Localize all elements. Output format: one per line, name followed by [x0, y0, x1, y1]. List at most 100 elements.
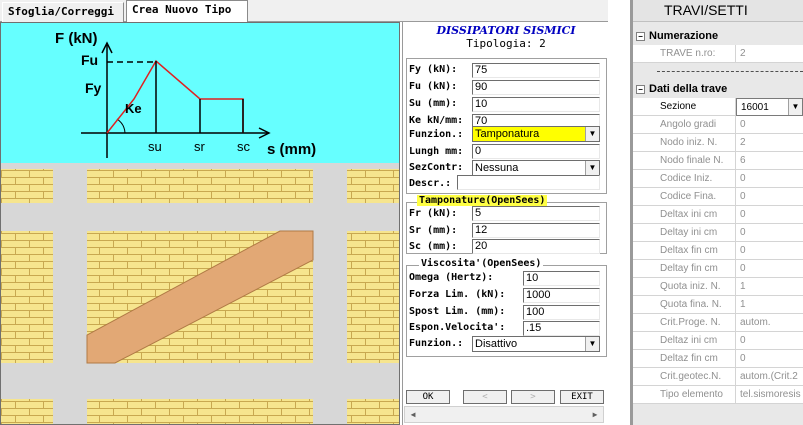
prop-row[interactable]: Tipo elemento tel.sismoresis: [633, 386, 803, 404]
dissipator-form: DISSIPATORI SISMICI Tipologia: 2 Fy (kN)…: [402, 22, 608, 425]
fu-field-label: Fu (kN):: [409, 81, 458, 92]
fr-input[interactable]: 5: [472, 206, 600, 221]
prop-value[interactable]: tel.sismoresis: [736, 386, 803, 404]
prop-row[interactable]: Angolo gradi 0: [633, 116, 803, 134]
prop-value[interactable]: autom.(Crit.2: [736, 368, 803, 386]
spost-field-label: Spost Lim. (mm):: [409, 306, 506, 317]
prop-row[interactable]: Quota iniz. N. 1: [633, 278, 803, 296]
lungh-label: Lungh mm:: [409, 146, 464, 157]
prop-row[interactable]: Nodo finale N. 6: [633, 152, 803, 170]
prop-row[interactable]: Codice Iniz. 0: [633, 170, 803, 188]
section-numerazione-label: Numerazione: [649, 30, 719, 42]
section-dati-trave[interactable]: − Dati della trave: [633, 81, 803, 98]
chevron-down-icon[interactable]: ▼: [585, 337, 599, 351]
prop-value[interactable]: 2: [736, 45, 803, 63]
prop-value: 16001: [741, 102, 769, 113]
espon-input[interactable]: .15: [523, 321, 600, 336]
brick-top-right: [347, 169, 399, 203]
descr-input[interactable]: [457, 175, 600, 190]
sr-label: sr: [194, 139, 206, 154]
fy-field-label: Fy (kN):: [409, 64, 458, 75]
prop-row[interactable]: Nodo iniz. N. 2: [633, 134, 803, 152]
x-axis-label: s (mm): [267, 141, 316, 158]
prop-row[interactable]: Deltaz ini cm 0: [633, 332, 803, 350]
prop-row[interactable]: Crit.geotec.N. autom.(Crit.2: [633, 368, 803, 386]
travi-settings-panel: TRAVI/SETTI − Numerazione TRAVE n.ro: 2 …: [633, 0, 803, 425]
chevron-down-icon[interactable]: ▼: [585, 161, 599, 175]
prop-row[interactable]: Deltaz fin cm 0: [633, 350, 803, 368]
prev-button[interactable]: <: [463, 390, 507, 404]
next-button[interactable]: >: [511, 390, 555, 404]
prop-value[interactable]: 0: [736, 224, 803, 242]
tab-sfoglia-correggi[interactable]: Sfoglia/Correggi: [2, 2, 124, 22]
prop-key: Crit.Proge. N.: [633, 314, 736, 332]
collapse-icon[interactable]: −: [636, 32, 645, 41]
prop-key: Deltax ini cm: [633, 206, 736, 224]
viscosita-funzion-label: Funzion.:: [409, 338, 464, 349]
prop-row[interactable]: Quota fina. N. 1: [633, 296, 803, 314]
prop-value[interactable]: 0: [736, 260, 803, 278]
scroll-right-icon[interactable]: ▶: [587, 407, 603, 422]
sezcontr-value: Nessuna: [475, 162, 519, 174]
dissipator-drawing: F (kN) Fu Fy Ke su sr sc s (mm): [0, 22, 400, 425]
fy-input[interactable]: 75: [472, 63, 600, 78]
su-input[interactable]: 10: [472, 97, 600, 112]
prop-value[interactable]: 2: [736, 134, 803, 152]
funzion-select[interactable]: Tamponatura ▼: [472, 126, 600, 142]
lungh-input[interactable]: 0: [472, 144, 600, 159]
tab-crea-nuovo-tipo[interactable]: Crea Nuovo Tipo: [126, 0, 248, 23]
brick-bottom-right: [347, 399, 399, 424]
prop-key: Sezione: [633, 98, 736, 116]
tipologia-label: Tipologia:: [466, 37, 533, 50]
exit-button[interactable]: EXIT: [560, 390, 604, 404]
prop-key: Nodo iniz. N.: [633, 134, 736, 152]
prop-key: Deltax fin cm: [633, 242, 736, 260]
omega-field-label: Omega (Hertz):: [409, 272, 494, 283]
prop-row[interactable]: Deltax fin cm 0: [633, 242, 803, 260]
prop-row[interactable]: Crit.Proge. N. autom.: [633, 314, 803, 332]
prop-value[interactable]: 0: [736, 188, 803, 206]
horizontal-scrollbar[interactable]: ◀ ▶: [404, 406, 604, 423]
prop-value[interactable]: 0: [736, 170, 803, 188]
prop-value[interactable]: 1: [736, 278, 803, 296]
y-axis-label: F (kN): [55, 30, 98, 47]
ke-label: Ke: [125, 101, 142, 116]
sezcontr-select[interactable]: Nessuna ▼: [472, 160, 600, 176]
chevron-down-icon[interactable]: ▼: [585, 127, 599, 141]
brick-top-left: [1, 169, 53, 203]
prop-row-sezione[interactable]: Sezione 16001 ▼: [633, 98, 803, 116]
prop-row[interactable]: Deltay fin cm 0: [633, 260, 803, 278]
omega-input[interactable]: 10: [523, 271, 600, 286]
forza-input[interactable]: 1000: [523, 288, 600, 303]
sc-input[interactable]: 20: [472, 239, 600, 254]
collapse-icon[interactable]: −: [636, 85, 645, 94]
chevron-down-icon[interactable]: ▼: [788, 99, 802, 115]
prop-key: TRAVE n.ro:: [633, 45, 736, 63]
prop-key: Codice Iniz.: [633, 170, 736, 188]
viscosita-legend: Viscosita'(OpenSees): [419, 258, 544, 269]
scroll-left-icon[interactable]: ◀: [405, 407, 421, 422]
spost-input[interactable]: 100: [523, 305, 600, 320]
brick-mid-right: [347, 231, 399, 363]
fy-label: Fy: [85, 80, 102, 96]
prop-row-trave[interactable]: TRAVE n.ro: 2: [633, 45, 803, 63]
prop-value[interactable]: 0: [736, 206, 803, 224]
prop-row[interactable]: Codice Fina. 0: [633, 188, 803, 206]
prop-value[interactable]: 1: [736, 296, 803, 314]
section-numerazione[interactable]: − Numerazione: [633, 28, 803, 45]
prop-value[interactable]: 6: [736, 152, 803, 170]
prop-value[interactable]: 0: [736, 350, 803, 368]
prop-value[interactable]: 0: [736, 116, 803, 134]
prop-value[interactable]: autom.: [736, 314, 803, 332]
sezione-select[interactable]: 16001 ▼: [736, 98, 803, 116]
fu-input[interactable]: 90: [472, 80, 600, 95]
viscosita-funzion-select[interactable]: Disattivo ▼: [472, 336, 600, 352]
ok-button[interactable]: OK: [406, 390, 450, 404]
prop-value[interactable]: 0: [736, 242, 803, 260]
prop-value[interactable]: 0: [736, 332, 803, 350]
prop-row[interactable]: Deltay ini cm 0: [633, 224, 803, 242]
prop-key: Deltay ini cm: [633, 224, 736, 242]
prop-row[interactable]: Deltax ini cm 0: [633, 206, 803, 224]
sr-input[interactable]: 12: [472, 223, 600, 238]
brick-bottom-center: [87, 399, 313, 424]
